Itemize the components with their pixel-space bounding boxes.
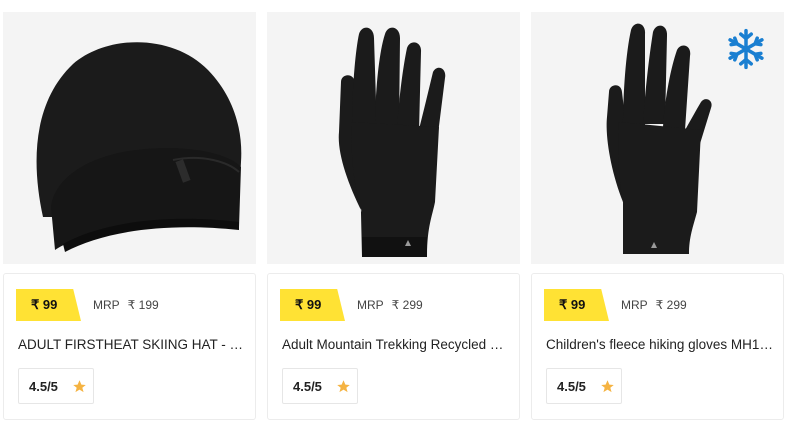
product-card[interactable]: ₹ 99 MRP ₹ 299 Children's fleece hiking g… <box>531 12 784 420</box>
product-title[interactable]: Adult Mountain Trekking Recycled Polyest… <box>282 337 512 352</box>
product-image[interactable] <box>3 12 256 264</box>
product-title[interactable]: ADULT FIRSTHEAT SKIING HAT - BLACK <box>18 337 248 352</box>
product-title[interactable]: Children's fleece hiking gloves MH100 - … <box>546 337 776 352</box>
price-badge: ₹ 99 <box>280 289 345 321</box>
product-card[interactable]: ₹ 99 MRP ₹ 199 ADULT FIRSTHEAT SKIING HAT… <box>3 12 256 420</box>
product-image[interactable] <box>267 12 520 264</box>
rating-value: 4.5/5 <box>29 378 58 394</box>
product-info: ₹ 99 MRP ₹ 299 Adult Mountain Trekking Re… <box>267 273 520 420</box>
mrp-price: ₹ 199 <box>127 298 159 312</box>
mrp-label: MRP <box>357 298 384 312</box>
rating-box: 4.5/5 <box>282 368 358 404</box>
mrp: MRP ₹ 299 <box>621 298 687 312</box>
glove-image <box>338 27 446 257</box>
mrp: MRP ₹ 199 <box>93 298 159 312</box>
product-card[interactable]: ₹ 99 MRP ₹ 299 Adult Mountain Trekking Re… <box>267 12 520 420</box>
product-info: ₹ 99 MRP ₹ 299 Children's fleece hiking g… <box>531 273 784 420</box>
mrp-price: ₹ 299 <box>655 298 687 312</box>
mrp-label: MRP <box>621 298 648 312</box>
price-badge: ₹ 99 <box>544 289 609 321</box>
mrp-price: ₹ 299 <box>391 298 423 312</box>
rating-box: 4.5/5 <box>18 368 94 404</box>
mrp-label: MRP <box>93 298 120 312</box>
rating-value: 4.5/5 <box>293 378 322 394</box>
star-icon <box>601 379 614 392</box>
rating-value: 4.5/5 <box>557 378 586 394</box>
product-image[interactable] <box>531 12 784 264</box>
rating-box: 4.5/5 <box>546 368 622 404</box>
star-icon <box>73 379 86 392</box>
star-icon <box>337 379 350 392</box>
beanie-hat-image <box>36 42 242 252</box>
price-badge: ₹ 99 <box>16 289 81 321</box>
snowflake-icon <box>728 28 764 70</box>
product-info: ₹ 99 MRP ₹ 199 ADULT FIRSTHEAT SKIING HAT… <box>3 273 256 420</box>
mrp: MRP ₹ 299 <box>357 298 423 312</box>
